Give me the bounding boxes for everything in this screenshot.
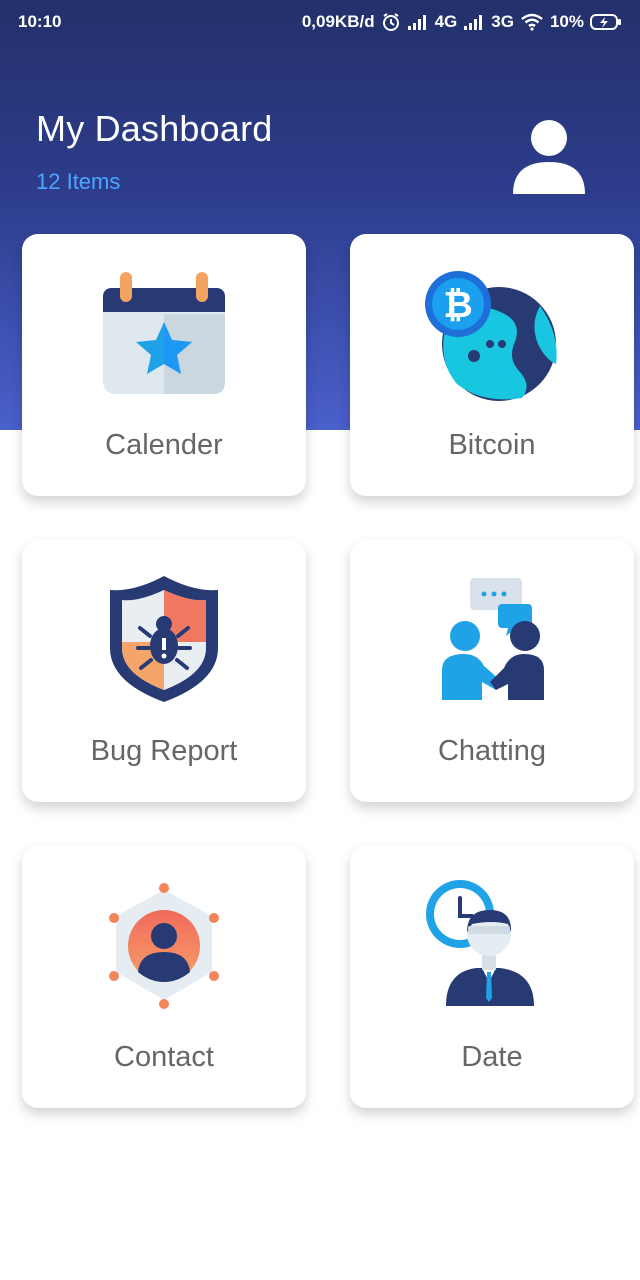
status-time: 10:10 (18, 12, 62, 31)
net-speed: 0,09KB/d (301, 12, 375, 31)
card-label: Calender (105, 429, 223, 461)
alarm-icon (381, 12, 401, 32)
chatting-people-icon (422, 570, 562, 710)
contact-hexagon-icon (94, 876, 234, 1016)
card-label: Date (461, 1041, 523, 1073)
dashboard-card-contact[interactable]: Contact (22, 846, 306, 1108)
bug-shield-icon (94, 570, 234, 710)
clock-businessman-icon (422, 876, 562, 1016)
status-bar: 10:10 0,09KB/d 4G 3G 10% (0, 0, 640, 46)
calendar-star-icon (94, 264, 234, 404)
signal-icon (407, 14, 429, 30)
network-3g: 3G (491, 12, 514, 31)
bitcoin-globe-icon: ₿ (422, 264, 562, 404)
items-count: 12 Items (36, 169, 121, 194)
card-label: Chatting (437, 735, 546, 767)
user-avatar-icon[interactable] (508, 118, 590, 201)
dashboard-card-calender[interactable]: Calender (22, 234, 306, 496)
status-indicators: 0,09KB/d 4G 3G 10% (302, 12, 622, 32)
battery-percent: 10% (549, 12, 584, 31)
dashboard-card-bug-report[interactable]: Bug Report (22, 540, 306, 802)
page-title: My Dashboard (36, 108, 273, 149)
battery-charging-icon (590, 13, 622, 31)
wifi-icon (520, 13, 544, 31)
svg-text:₿: ₿ (443, 284, 472, 325)
signal-icon (463, 14, 485, 30)
card-label: Bitcoin (448, 429, 536, 461)
dashboard-card-chatting[interactable]: Chatting (350, 540, 634, 802)
network-4g: 4G (434, 12, 458, 31)
card-label: Contact (114, 1041, 214, 1073)
dashboard-card-bitcoin[interactable]: ₿ Bitcoin (350, 234, 634, 496)
card-label: Bug Report (90, 735, 238, 767)
dashboard-card-date[interactable]: Date (350, 846, 634, 1108)
